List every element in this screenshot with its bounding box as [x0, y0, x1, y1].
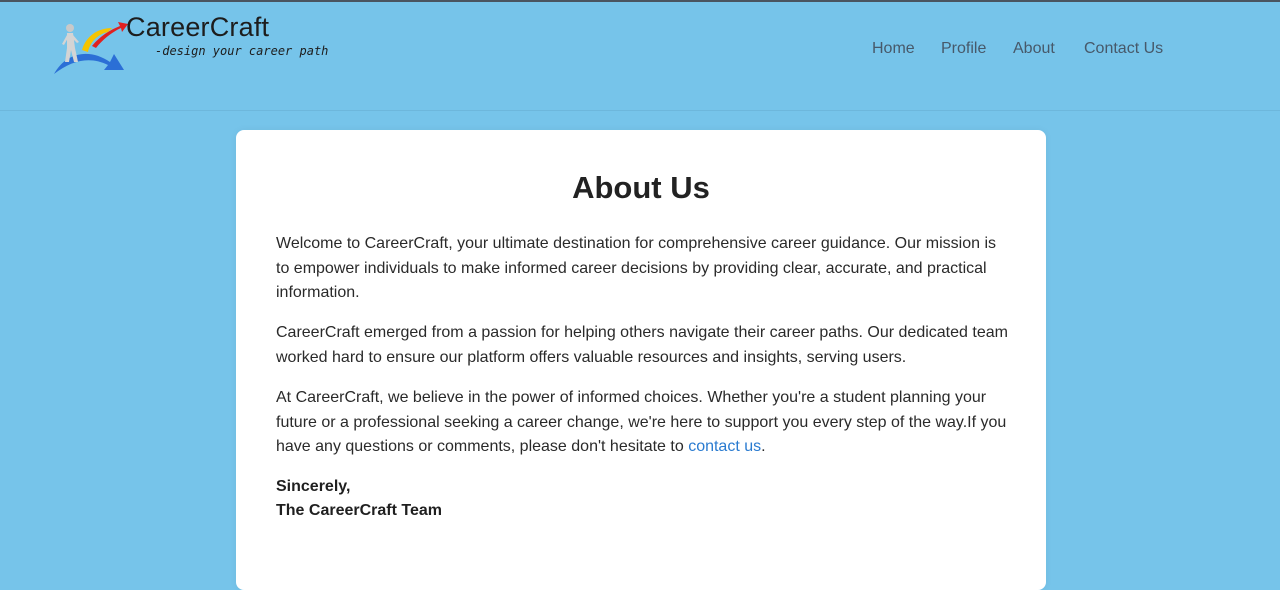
nav-profile[interactable]: Profile — [941, 40, 986, 58]
about-paragraph-mission: At CareerCraft, we believe in the power … — [276, 386, 1011, 460]
nav-home[interactable]: Home — [872, 40, 915, 58]
page-title: About Us — [572, 170, 710, 205]
signature: Sincerely, The CareerCraft Team — [276, 475, 442, 523]
site-header: CareerCraft -design your career path Hom… — [0, 2, 1280, 111]
main-nav: Home Profile About Contact Us — [0, 40, 1280, 64]
about-paragraph-origin: CareerCraft emerged from a passion for h… — [276, 324, 1008, 366]
about-paragraph-mission-text: At CareerCraft, we believe in the power … — [276, 389, 1007, 455]
contact-us-link[interactable]: contact us — [688, 438, 761, 455]
nav-contact-us[interactable]: Contact Us — [1084, 40, 1163, 58]
signature-closing: Sincerely, — [276, 478, 351, 495]
nav-about[interactable]: About — [1013, 40, 1055, 58]
brand-name[interactable]: CareerCraft — [126, 12, 269, 43]
about-paragraph-welcome: Welcome to CareerCraft, your ultimate de… — [276, 235, 997, 301]
signature-team: The CareerCraft Team — [276, 502, 442, 519]
about-paragraph-mission-end: . — [761, 438, 766, 455]
about-card: About Us Welcome to CareerCraft, your ul… — [236, 130, 1046, 590]
